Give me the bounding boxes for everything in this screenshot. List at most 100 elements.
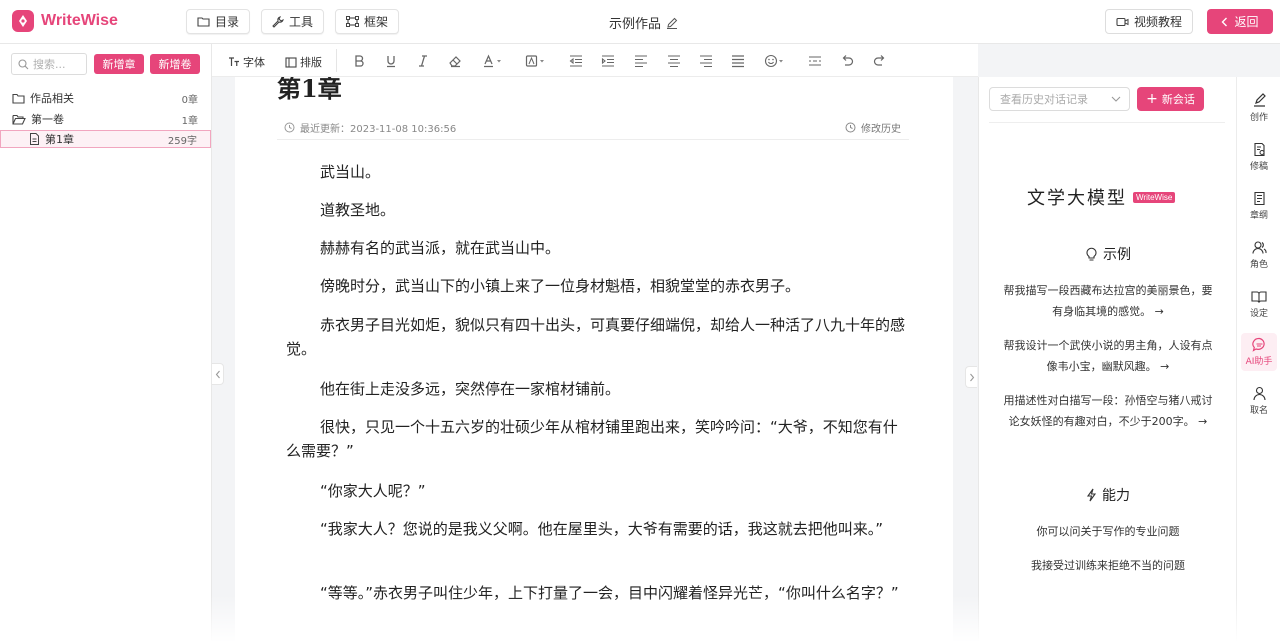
revise-icon xyxy=(1253,142,1265,157)
search-icon xyxy=(18,58,29,69)
history-icon xyxy=(845,122,856,133)
new-chapter-button[interactable]: 新增章 xyxy=(94,54,144,74)
rail-item-ai-assistant[interactable]: AI助手 xyxy=(1241,333,1277,371)
editor-pane[interactable]: 第1章 最近更新：2023-11-08 10:36:56 修改历史 武当山。 道… xyxy=(235,77,953,641)
paragraph[interactable]: 傍晚时分，武当山下的小镇上来了一位身材魁梧，相貌堂堂的赤衣男子。 xyxy=(286,274,908,298)
toolbar-divider xyxy=(336,49,337,72)
tree-item-volume-1[interactable]: 第一卷 1章 xyxy=(0,110,211,128)
paragraph[interactable]: 道教圣地。 xyxy=(286,198,908,222)
paragraph[interactable]: 赫赫有名的武当派，就在武当山中。 xyxy=(286,236,908,260)
tools-button[interactable]: 工具 xyxy=(261,9,325,34)
chevron-left-icon xyxy=(1221,17,1228,26)
model-title: 文学大模型 WriteWise xyxy=(1027,184,1176,210)
example-prompt-text: 用描述性对白描写一段：孙悟空与猪八戒讨论女妖怪的有趣对白，不少于200字。 xyxy=(1003,394,1213,428)
top-bar: WriteWise 目录 工具 框架 示例作品 视频教程 返回 xyxy=(0,0,1280,44)
align-right-icon[interactable] xyxy=(699,54,713,68)
layout-button[interactable]: 排版 xyxy=(285,54,322,70)
history-button[interactable]: 修改历史 xyxy=(845,120,901,135)
font-color-icon[interactable] xyxy=(482,54,504,68)
indent-decrease-icon[interactable] xyxy=(569,54,583,68)
collapse-ai-panel-button[interactable] xyxy=(965,366,977,388)
paragraph[interactable]: “我家大人？您说的是我义父啊。他在屋里头，大爷有需要的话，我这就去把他叫来。” xyxy=(286,517,908,541)
paragraph[interactable]: “你家大人呢？” xyxy=(286,479,908,503)
example-prompt-text: 帮我设计一个武侠小说的男主角，人设有点像韦小宝，幽默风趣。 xyxy=(1003,339,1213,373)
paragraph[interactable]: 他在街上走没多远，突然停在一家棺材铺前。 xyxy=(286,377,908,401)
new-chat-button[interactable]: + 新会话 xyxy=(1137,87,1204,111)
model-title-text: 文学大模型 xyxy=(1027,188,1127,209)
rail-item-outline[interactable]: 章纲 xyxy=(1241,187,1277,225)
panel-divider xyxy=(989,122,1225,123)
paragraph[interactable]: 赤衣男子目光如炬，貌似只有四十出头，可真要仔细端倪，却给人一种活了八九十年的感觉… xyxy=(286,313,908,361)
tree-item-label: 作品相关 xyxy=(30,92,74,105)
emoji-icon[interactable] xyxy=(764,54,786,68)
tree-item-chapter-1[interactable]: 第1章 259字 xyxy=(0,130,211,148)
folder-icon xyxy=(12,93,25,104)
font-button[interactable]: 字体 xyxy=(228,54,265,70)
title-divider xyxy=(277,139,909,140)
examples-heading: 示例 xyxy=(979,244,1237,264)
search-box[interactable] xyxy=(11,53,87,75)
rail-item-label: 创作 xyxy=(1249,113,1268,123)
divider-icon[interactable] xyxy=(808,54,822,68)
edit-icon[interactable] xyxy=(666,17,678,29)
app-logo[interactable]: WriteWise xyxy=(12,10,118,32)
paragraph[interactable]: 很快，只见一个十五六岁的壮硕少年从棺材铺里跑出来，笑吟吟问：“大爷，不知您有什么… xyxy=(286,415,908,463)
rail-item-label: 设定 xyxy=(1249,308,1268,319)
lightning-icon xyxy=(1086,488,1097,502)
rail-item-label: AI助手 xyxy=(1245,357,1273,367)
name-icon xyxy=(1252,386,1266,401)
frame-icon xyxy=(346,16,359,27)
chat-history-select[interactable]: 查看历史对话记录 xyxy=(989,87,1130,111)
rail-item-label: 修稿 xyxy=(1249,162,1268,172)
tree-item-label: 第1章 xyxy=(45,133,74,146)
paragraph[interactable]: 武当山。 xyxy=(286,160,908,184)
back-button[interactable]: 返回 xyxy=(1207,9,1273,34)
example-prompt[interactable]: 用描述性对白描写一段：孙悟空与猪八戒讨论女妖怪的有趣对白，不少于200字。 → xyxy=(1001,390,1215,432)
align-justify-icon[interactable] xyxy=(731,54,745,68)
redo-icon[interactable] xyxy=(873,54,887,68)
tool-rail: 创作 修稿 章纲 角色 设定 AI助手 取名 xyxy=(1236,77,1280,641)
rail-item-character[interactable]: 角色 xyxy=(1241,236,1277,274)
eraser-icon[interactable] xyxy=(448,54,462,68)
catalog-label: 目录 xyxy=(215,15,240,29)
history-label: 修改历史 xyxy=(861,124,901,135)
outline-icon xyxy=(1253,191,1265,206)
rail-item-revise[interactable]: 修稿 xyxy=(1241,138,1277,176)
example-prompt[interactable]: 帮我设计一个武侠小说的男主角，人设有点像韦小宝，幽默风趣。 → xyxy=(1001,335,1215,377)
character-icon xyxy=(1251,241,1267,254)
collapse-sidebar-button[interactable] xyxy=(212,363,224,385)
video-tutorial-button[interactable]: 视频教程 xyxy=(1105,9,1193,34)
search-input[interactable] xyxy=(33,57,83,71)
new-volume-button[interactable]: 新增卷 xyxy=(150,54,200,74)
align-center-icon[interactable] xyxy=(667,54,681,68)
chat-icon xyxy=(1251,337,1265,352)
back-label: 返回 xyxy=(1234,15,1259,29)
layout-label: 排版 xyxy=(300,56,322,69)
layout-icon xyxy=(285,56,297,68)
app-name: WriteWise xyxy=(41,12,118,29)
catalog-button[interactable]: 目录 xyxy=(186,9,251,34)
example-prompt[interactable]: 帮我描写一段西藏布达拉宫的美丽景色，要有身临其境的感觉。 → xyxy=(1001,280,1215,322)
undo-icon[interactable] xyxy=(840,54,854,68)
rail-item-setting[interactable]: 设定 xyxy=(1241,285,1277,323)
tree-item-count: 1章 xyxy=(181,115,198,127)
highlight-icon[interactable] xyxy=(525,54,547,68)
writewise-badge: WriteWise xyxy=(1133,191,1176,203)
rail-item-label: 角色 xyxy=(1249,260,1268,270)
indent-increase-icon[interactable] xyxy=(601,54,615,68)
italic-icon[interactable] xyxy=(416,54,430,68)
rail-item-naming[interactable]: 取名 xyxy=(1241,382,1277,420)
underline-icon[interactable] xyxy=(384,54,398,68)
rail-item-create[interactable]: 创作 xyxy=(1241,89,1277,127)
tree-item-count: 0章 xyxy=(181,94,198,106)
frame-button[interactable]: 框架 xyxy=(335,9,400,34)
tree-item-works-related[interactable]: 作品相关 0章 xyxy=(0,89,211,107)
tree-item-label: 第一卷 xyxy=(31,113,64,126)
document-title[interactable]: 示例作品 xyxy=(609,13,678,32)
align-left-icon[interactable] xyxy=(634,54,648,68)
chapter-title[interactable]: 第1章 xyxy=(277,77,342,104)
bold-icon[interactable] xyxy=(352,54,366,68)
book-icon xyxy=(1251,290,1267,303)
tree-item-count: 259字 xyxy=(167,135,197,147)
chat-history-placeholder: 查看历史对话记录 xyxy=(1000,93,1088,106)
